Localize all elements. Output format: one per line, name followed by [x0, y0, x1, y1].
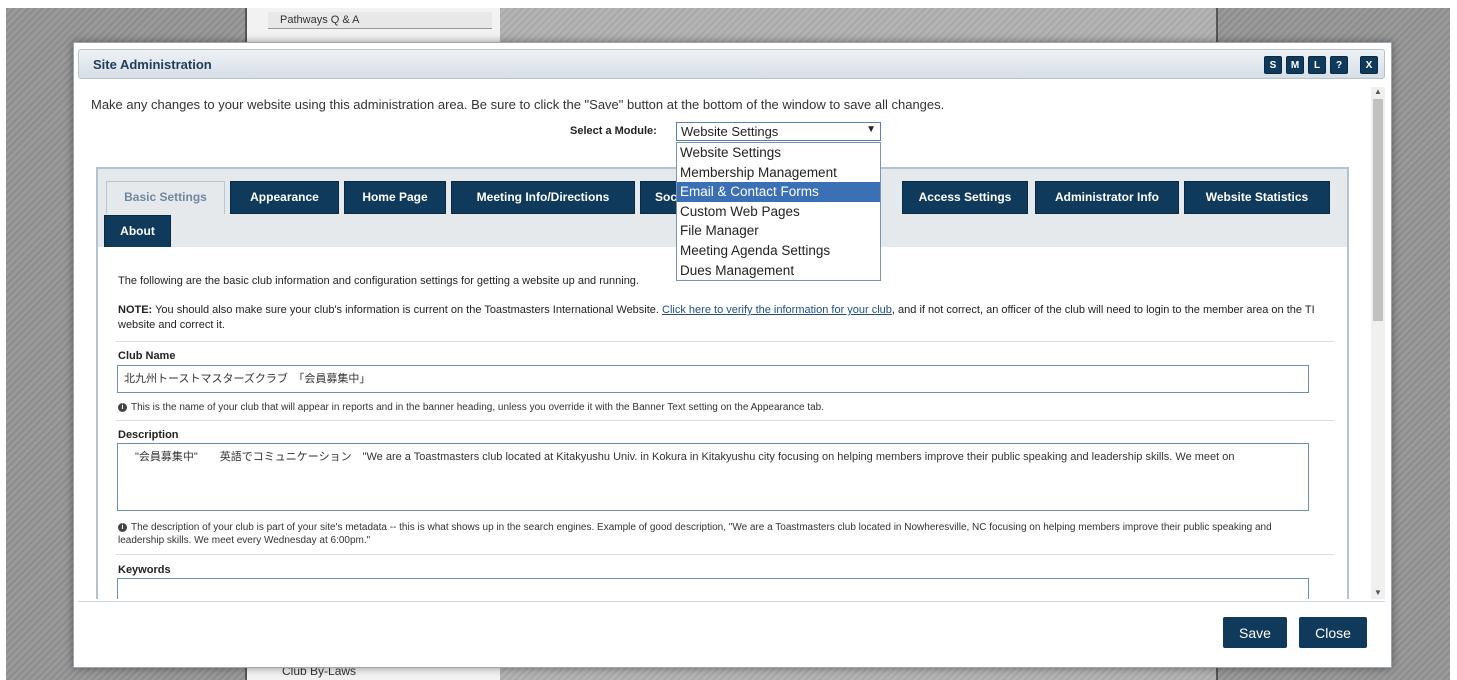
- module-option-membership-management[interactable]: Membership Management: [677, 163, 880, 183]
- module-select-value: Website Settings: [681, 124, 779, 139]
- tab-meeting-info-directions[interactable]: Meeting Info/Directions: [451, 181, 635, 214]
- module-option-custom-web-pages[interactable]: Custom Web Pages: [677, 202, 880, 222]
- titlebar-buttons: S M L ? X: [1264, 56, 1378, 74]
- tab-basic-settings[interactable]: Basic Settings: [106, 181, 225, 214]
- club-name-hint: i This is the name of your club that will…: [118, 401, 1308, 414]
- dialog-title: Site Administration: [93, 57, 212, 72]
- dialog-footer: Save Close: [78, 601, 1385, 648]
- verify-club-info-link[interactable]: Click here to verify the information for…: [662, 304, 892, 316]
- size-small-button[interactable]: S: [1264, 56, 1282, 74]
- close-icon[interactable]: X: [1360, 56, 1378, 74]
- save-button[interactable]: Save: [1223, 617, 1287, 648]
- keywords-label: Keywords: [118, 564, 171, 576]
- note-paragraph: NOTE: You should also make sure your clu…: [118, 303, 1333, 333]
- tab-appearance[interactable]: Appearance: [230, 181, 339, 214]
- description-textarea[interactable]: "会員募集中" 英語でコミュニケーション "We are a Toastmast…: [117, 443, 1309, 511]
- club-name-input[interactable]: 北九州トーストマスターズクラブ 「会員募集中」: [117, 365, 1309, 393]
- site-administration-dialog: Site Administration S M L ? X Make any c…: [73, 42, 1392, 668]
- module-option-dues-management[interactable]: Dues Management: [677, 261, 880, 281]
- scroll-thumb[interactable]: [1373, 99, 1383, 321]
- tab-home-page[interactable]: Home Page: [344, 181, 446, 214]
- keywords-input[interactable]: [117, 578, 1309, 599]
- help-button[interactable]: ?: [1330, 56, 1348, 74]
- module-dropdown-list: Website Settings Membership Management E…: [676, 142, 881, 282]
- basic-settings-form: The following are the basic club informa…: [96, 247, 1349, 599]
- description-label: Description: [118, 429, 179, 441]
- note-text: You should also make sure your club's in…: [152, 304, 663, 316]
- dialog-titlebar[interactable]: Site Administration S M L ? X: [78, 49, 1385, 79]
- background-link-pathways: Pathways Q & A: [268, 12, 492, 29]
- club-name-hint-text: This is the name of your club that will …: [131, 402, 825, 413]
- dialog-content: Make any changes to your website using t…: [78, 87, 1371, 599]
- module-option-file-manager[interactable]: File Manager: [677, 221, 880, 241]
- tab-about[interactable]: About: [104, 215, 171, 248]
- size-large-button[interactable]: L: [1308, 56, 1326, 74]
- description-hint: i The description of your club is part of…: [118, 521, 1308, 547]
- tab-website-statistics[interactable]: Website Statistics: [1184, 181, 1330, 214]
- dialog-scrollbar[interactable]: ▲ ▼: [1371, 87, 1385, 599]
- module-option-meeting-agenda-settings[interactable]: Meeting Agenda Settings: [677, 241, 880, 261]
- scroll-up-icon[interactable]: ▲: [1374, 87, 1382, 96]
- description-hint-text: The description of your club is part of …: [118, 522, 1272, 546]
- tab-access-settings[interactable]: Access Settings: [902, 181, 1028, 214]
- scroll-down-icon[interactable]: ▼: [1374, 588, 1382, 597]
- basic-settings-intro: The following are the basic club informa…: [118, 275, 639, 287]
- note-label: NOTE:: [118, 304, 153, 316]
- divider: [116, 420, 1334, 421]
- tab-administrator-info[interactable]: Administrator Info: [1035, 181, 1179, 214]
- info-icon: i: [118, 402, 127, 412]
- divider: [116, 554, 1334, 555]
- divider: [116, 341, 1334, 342]
- module-option-website-settings[interactable]: Website Settings: [677, 143, 880, 163]
- close-button[interactable]: Close: [1299, 617, 1367, 648]
- size-medium-button[interactable]: M: [1286, 56, 1304, 74]
- module-option-email-contact-forms[interactable]: Email & Contact Forms: [677, 182, 880, 202]
- info-icon: i: [118, 522, 127, 532]
- intro-text: Make any changes to your website using t…: [91, 97, 945, 112]
- module-select-label: Select a Module:: [570, 125, 657, 137]
- module-select[interactable]: Website Settings ▼: [676, 122, 881, 141]
- club-name-label: Club Name: [118, 350, 176, 362]
- dropdown-arrow-icon: ▼: [866, 124, 876, 135]
